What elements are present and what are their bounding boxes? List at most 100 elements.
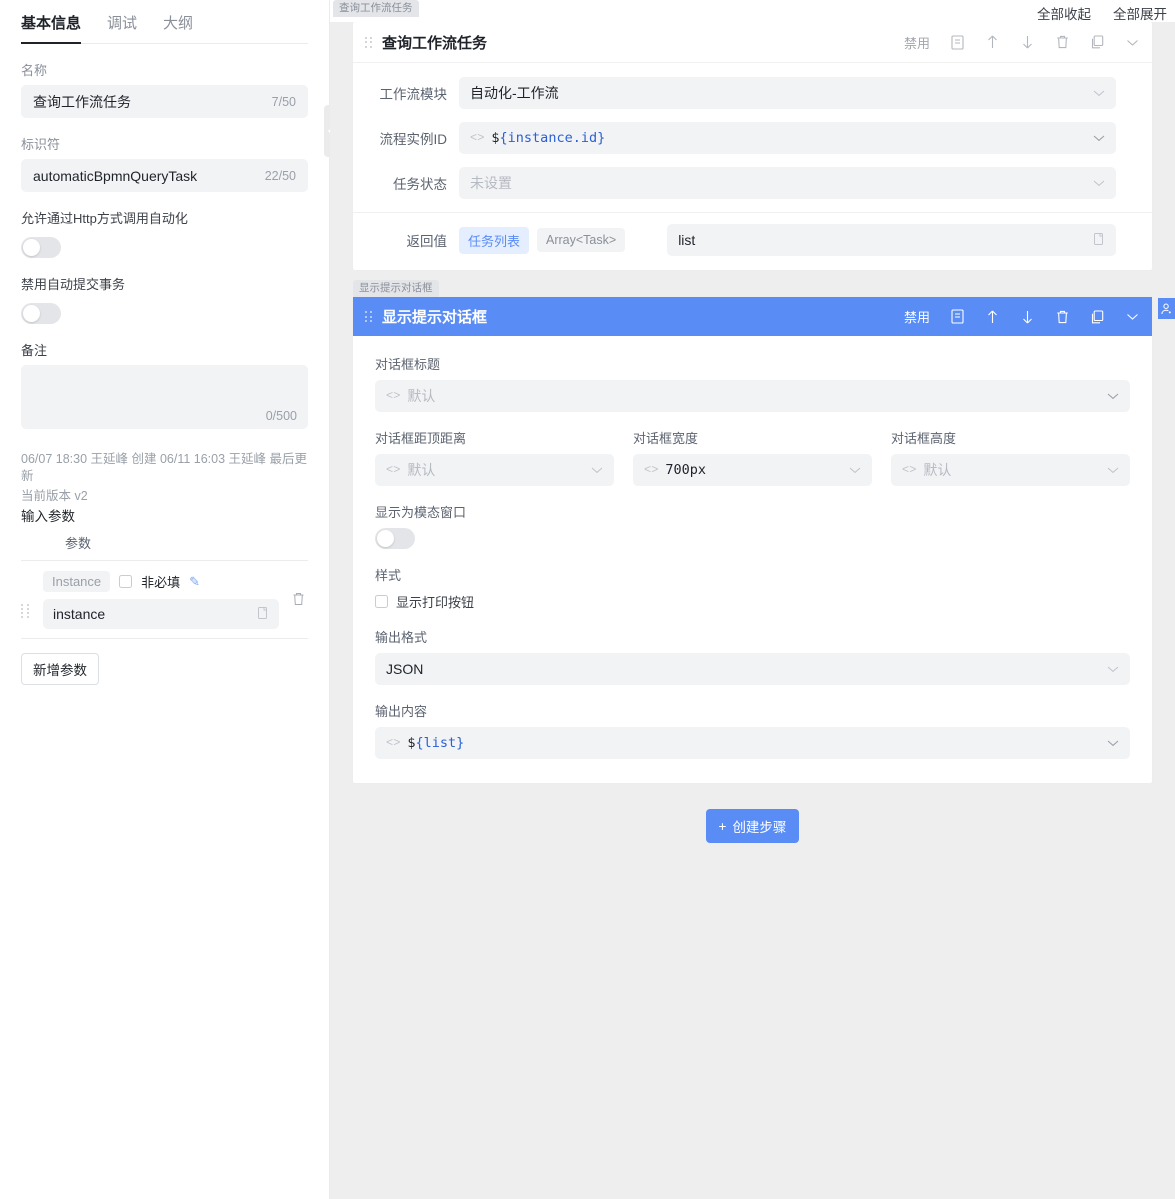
main-canvas: 查询工作流任务 全部收起 全部展开 查询工作流任务 禁用: [330, 0, 1175, 1199]
http-invoke-toggle[interactable]: [21, 237, 61, 258]
disable-auto-commit-toggle[interactable]: [21, 303, 61, 324]
copy-icon[interactable]: [1090, 35, 1105, 50]
field-modal-window: 显示为模态窗口: [375, 502, 1130, 549]
field-label: 显示为模态窗口: [375, 502, 1130, 521]
field-placeholder: 默认: [407, 386, 435, 406]
collapse-all-button[interactable]: 全部收起: [1037, 3, 1091, 23]
tab-outline[interactable]: 大纲: [163, 8, 193, 43]
chevron-down-icon: [1107, 737, 1119, 749]
field-label: 对话框标题: [375, 354, 1130, 373]
step-card-show-dialog-wrapper: 显示提示对话框 显示提示对话框 禁用: [330, 278, 1175, 783]
process-instance-id-input[interactable]: <> ${instance.id}: [459, 122, 1116, 154]
field-dialog-top-offset: 对话框距顶距离 <> 默认: [375, 428, 614, 486]
assignee-badge[interactable]: [1158, 298, 1175, 319]
drag-handle-icon[interactable]: [365, 37, 372, 48]
create-step-label: 创建步骤: [732, 816, 786, 836]
chevron-down-icon: [1093, 87, 1105, 99]
param-header-row: Instance 非必填 ✎: [43, 571, 279, 592]
card-header-actions: 禁用: [904, 307, 1140, 326]
identifier-counter: 22/50: [265, 169, 296, 183]
field-placeholder: 默认: [923, 460, 951, 480]
disable-button[interactable]: 禁用: [904, 33, 930, 52]
field-output-format: 输出格式 JSON: [375, 627, 1130, 685]
edit-pencil-icon[interactable]: ✎: [189, 574, 200, 590]
user-badge-icon: [1161, 303, 1172, 315]
main-top-bar: 查询工作流任务 全部收起 全部展开: [330, 0, 1175, 22]
trash-icon[interactable]: [1055, 35, 1070, 50]
add-param-button[interactable]: 新增参数: [21, 653, 99, 685]
return-value-section: 返回值 任务列表 Array<Task> list: [353, 212, 1152, 260]
field-value: ${list}: [407, 735, 464, 751]
field-dialog-width: 对话框宽度 <> 700px: [633, 428, 872, 486]
remark-counter: 0/500: [266, 409, 297, 423]
document-icon[interactable]: [950, 35, 965, 50]
document-icon[interactable]: [950, 309, 965, 324]
toggle-knob: [23, 239, 40, 256]
chevron-down-icon[interactable]: [1125, 309, 1140, 324]
copy-icon[interactable]: [1094, 232, 1105, 248]
return-type-tag: Array<Task>: [537, 228, 625, 252]
name-counter: 7/50: [272, 95, 296, 109]
dialog-top-offset-input[interactable]: <> 默认: [375, 454, 614, 486]
arrow-down-icon[interactable]: [1020, 309, 1035, 324]
chevron-down-icon: [591, 464, 603, 476]
expand-all-button[interactable]: 全部展开: [1113, 3, 1167, 23]
param-value-input[interactable]: instance: [43, 599, 279, 629]
dialog-title-input[interactable]: <> 默认: [375, 380, 1130, 412]
input-params-title: 输入参数: [21, 505, 308, 525]
identifier-label: 标识符: [21, 134, 308, 153]
field-label: 对话框距顶距离: [375, 428, 614, 447]
expression-icon: <>: [386, 463, 400, 477]
chevron-down-icon: [1093, 132, 1105, 144]
row-label: 工作流模块: [353, 83, 459, 103]
workflow-module-select[interactable]: 自动化-工作流: [459, 77, 1116, 109]
dialog-width-input[interactable]: <> 700px: [633, 454, 872, 486]
card-header-actions: 禁用: [904, 33, 1140, 52]
return-variable-input[interactable]: list: [667, 224, 1116, 256]
create-step-button[interactable]: + 创建步骤: [706, 809, 800, 843]
row-label: 流程实例ID: [353, 128, 459, 148]
show-print-button-label: 显示打印按钮: [396, 592, 474, 611]
arrow-up-icon[interactable]: [985, 309, 1000, 324]
output-format-select[interactable]: JSON: [375, 653, 1130, 685]
print-button-option: 显示打印按钮: [375, 592, 1130, 611]
arrow-down-icon[interactable]: [1020, 35, 1035, 50]
param-delete-icon[interactable]: [288, 592, 308, 609]
remark-textarea[interactable]: 0/500: [21, 365, 308, 429]
copy-icon[interactable]: [258, 606, 269, 622]
step-card-query-workflow-task: 查询工作流任务 禁用: [353, 22, 1152, 270]
remark-label: 备注: [21, 340, 308, 359]
copy-icon[interactable]: [1090, 309, 1105, 324]
row-label: 任务状态: [353, 173, 459, 193]
modal-window-toggle[interactable]: [375, 528, 415, 549]
field-output-content: 输出内容 <> ${list}: [375, 701, 1130, 759]
card-body: 对话框标题 <> 默认 对话框距顶距离: [353, 336, 1152, 783]
node-tag-show-dialog: 显示提示对话框: [353, 280, 439, 297]
trash-icon[interactable]: [1055, 309, 1070, 324]
field-placeholder: 默认: [407, 460, 435, 480]
card-header: 显示提示对话框 禁用: [353, 297, 1152, 336]
drag-handle-icon[interactable]: [365, 311, 372, 322]
drag-handle-icon[interactable]: [21, 593, 33, 607]
output-content-input[interactable]: <> ${list}: [375, 727, 1130, 759]
sidebar-tabs: 基本信息 调试 大纲: [21, 0, 308, 44]
tab-basic-info[interactable]: 基本信息: [21, 8, 81, 43]
param-value-text: instance: [53, 606, 258, 622]
return-variable-value: list: [678, 232, 695, 248]
tab-debug[interactable]: 调试: [107, 8, 137, 43]
name-input-value: 查询工作流任务: [33, 92, 272, 112]
show-print-button-checkbox[interactable]: [375, 595, 388, 608]
expression-icon: <>: [470, 131, 484, 145]
dialog-height-input[interactable]: <> 默认: [891, 454, 1130, 486]
disable-button[interactable]: 禁用: [904, 307, 930, 326]
field-dialog-title: 对话框标题 <> 默认: [375, 354, 1130, 412]
identifier-input[interactable]: automaticBpmnQueryTask 22/50: [21, 159, 308, 192]
arrow-up-icon[interactable]: [985, 35, 1000, 50]
disable-auto-commit-label: 禁用自动提交事务: [21, 274, 308, 293]
param-body: Instance 非必填 ✎ instance: [43, 571, 279, 629]
return-name-tag[interactable]: 任务列表: [459, 227, 529, 254]
param-optional-checkbox[interactable]: [119, 575, 132, 588]
chevron-down-icon[interactable]: [1125, 35, 1140, 50]
name-input[interactable]: 查询工作流任务 7/50: [21, 85, 308, 118]
task-status-select[interactable]: 未设置: [459, 167, 1116, 199]
